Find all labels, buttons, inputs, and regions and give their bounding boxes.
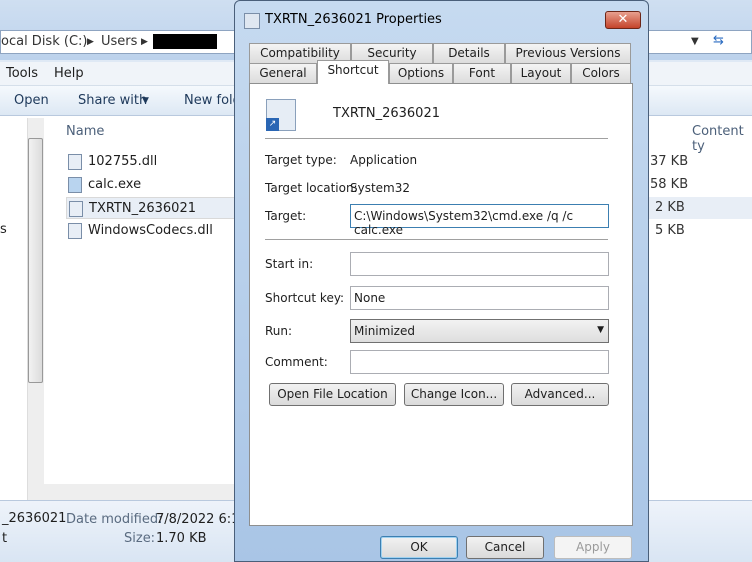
- properties-dialog: TXRTN_2636021 Properties ✕ Compatibility…: [234, 0, 649, 562]
- chevron-down-icon[interactable]: ▼: [691, 36, 699, 47]
- run-label: Run:: [265, 324, 293, 338]
- divider: [265, 239, 608, 240]
- file-size: 5 KB: [655, 223, 685, 238]
- date-modified-label: Date modified:: [66, 512, 163, 527]
- file-size: 2 KB: [655, 200, 685, 215]
- start-in-input[interactable]: [350, 252, 609, 276]
- ok-button[interactable]: OK: [380, 536, 458, 559]
- tab-font[interactable]: Font: [453, 63, 511, 83]
- advanced-button[interactable]: Advanced...: [511, 383, 609, 406]
- column-name[interactable]: Name: [66, 124, 104, 139]
- target-input[interactable]: C:\Windows\System32\cmd.exe /q /c calc.e…: [350, 204, 609, 237]
- shortcut-icon: [69, 201, 83, 217]
- shortcut-icon: [244, 13, 260, 29]
- size-value: 1.70 KB: [156, 531, 207, 546]
- chevron-down-icon: ▼: [597, 325, 604, 335]
- tab-options[interactable]: Options: [389, 63, 453, 83]
- file-item[interactable]: calc.exe: [66, 174, 246, 196]
- breadcrumb-arrow-icon[interactable]: ▶: [87, 37, 94, 47]
- refresh-icon[interactable]: ⇆: [713, 33, 724, 48]
- scrollbar-thumb[interactable]: [28, 138, 43, 383]
- file-item[interactable]: 102755.dll: [66, 151, 246, 173]
- change-icon-button[interactable]: Change Icon...: [404, 383, 504, 406]
- dll-file-icon: [68, 223, 82, 239]
- file-item-selected[interactable]: TXRTN_2636021: [66, 197, 246, 219]
- tab-previous-versions[interactable]: Previous Versions: [505, 43, 631, 63]
- tab-details[interactable]: Details: [433, 43, 505, 63]
- target-type-label: Target type:: [265, 153, 337, 167]
- redacted-username[interactable]: [153, 34, 217, 49]
- dll-file-icon: [68, 154, 82, 170]
- calculator-icon: [68, 177, 82, 193]
- share-with-button[interactable]: Share with: [78, 93, 147, 108]
- breadcrumb-local-disk[interactable]: ocal Disk (C:): [1, 34, 87, 49]
- file-name: calc.exe: [88, 177, 142, 192]
- horizontal-scrollbar[interactable]: [44, 484, 244, 501]
- tab-general[interactable]: General: [249, 63, 317, 83]
- dialog-title: TXRTN_2636021 Properties: [265, 12, 442, 27]
- details-type: t: [2, 531, 8, 546]
- close-button[interactable]: ✕: [605, 11, 641, 29]
- target-label: Target:: [265, 209, 307, 223]
- shortcut-name: TXRTN_2636021: [333, 106, 440, 121]
- shortcut-panel: ↗ TXRTN_2636021 Target type: Application…: [249, 83, 633, 526]
- target-location-value: System32: [350, 181, 411, 195]
- file-name: TXRTN_2636021: [89, 201, 196, 216]
- tab-colors[interactable]: Colors: [571, 63, 631, 83]
- shortcut-key-input[interactable]: None: [350, 286, 609, 310]
- chevron-down-icon: ▼: [142, 96, 149, 106]
- start-in-label: Start in:: [265, 257, 314, 271]
- nav-pane-fragment: s: [0, 222, 7, 237]
- target-location-label: Target location:: [265, 181, 358, 195]
- shortcut-key-label: Shortcut key:: [265, 291, 345, 305]
- file-size: 37 KB: [650, 154, 689, 169]
- breadcrumb-users[interactable]: Users: [101, 34, 137, 49]
- details-filename: _2636021: [2, 511, 67, 526]
- cancel-button[interactable]: Cancel: [466, 536, 544, 559]
- tab-layout[interactable]: Layout: [511, 63, 571, 83]
- tab-shortcut[interactable]: Shortcut: [317, 60, 389, 84]
- file-size: 58 KB: [650, 177, 689, 192]
- file-name: 102755.dll: [88, 154, 158, 169]
- run-select[interactable]: Minimized ▼: [350, 319, 609, 343]
- open-file-location-button[interactable]: Open File Location: [269, 383, 396, 406]
- menu-help[interactable]: Help: [54, 66, 84, 81]
- target-type-value: Application: [350, 153, 418, 167]
- divider: [265, 138, 608, 139]
- file-item[interactable]: WindowsCodecs.dll: [66, 220, 246, 242]
- size-label: Size:: [124, 531, 156, 546]
- shortcut-large-icon: ↗: [266, 99, 296, 131]
- menu-tools[interactable]: Tools: [6, 66, 38, 81]
- file-name: WindowsCodecs.dll: [88, 223, 213, 238]
- open-button[interactable]: Open: [14, 93, 49, 108]
- new-folder-button[interactable]: New fold: [184, 93, 241, 108]
- apply-button[interactable]: Apply: [554, 536, 632, 559]
- comment-input[interactable]: [350, 350, 609, 374]
- column-content-type[interactable]: Content ty: [692, 124, 752, 154]
- comment-label: Comment:: [265, 355, 328, 369]
- run-value: Minimized: [354, 324, 415, 338]
- breadcrumb-arrow-icon[interactable]: ▶: [141, 37, 148, 47]
